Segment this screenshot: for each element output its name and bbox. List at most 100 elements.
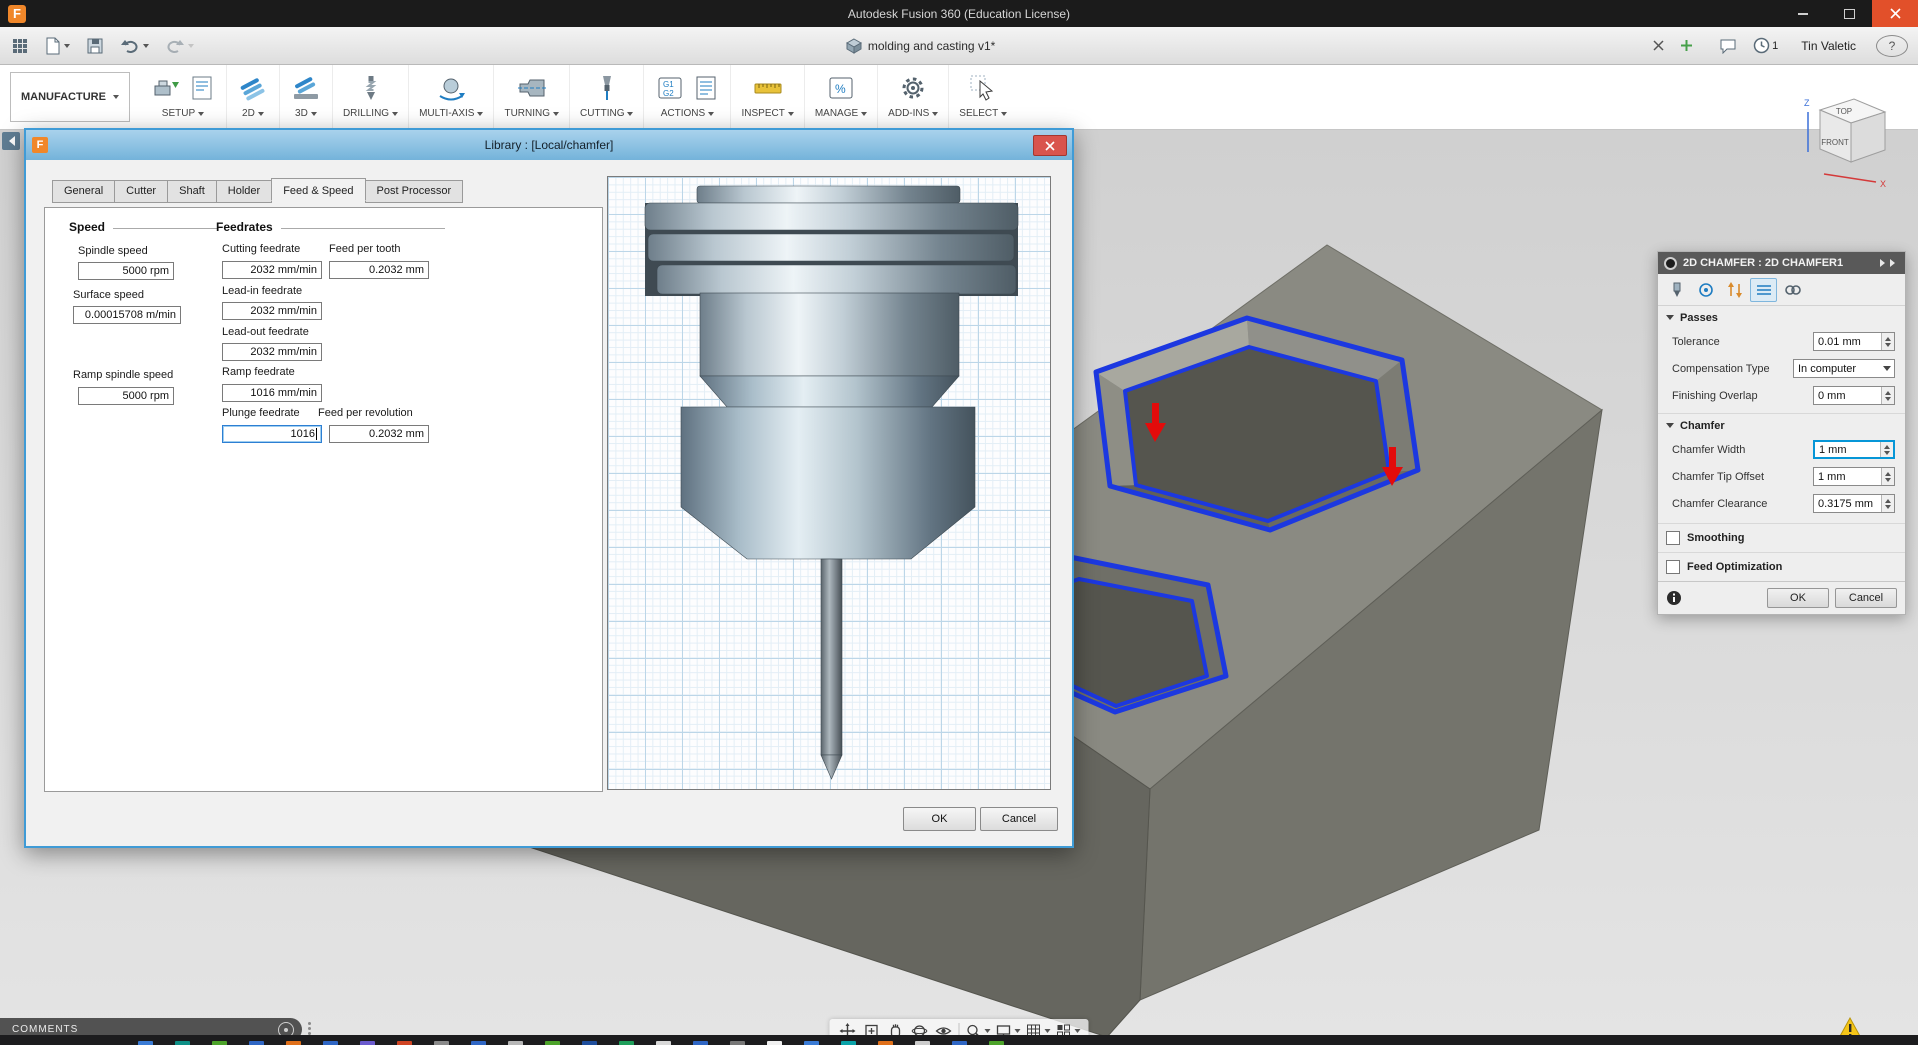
manage-button[interactable]: %	[825, 72, 857, 104]
finishing-overlap-input[interactable]: 0 mm	[1813, 386, 1895, 405]
surface-speed-input[interactable]: 0.00015708 m/min	[73, 306, 181, 324]
tolerance-input[interactable]: 0.01 mm	[1813, 332, 1895, 351]
ribbon-label-addins[interactable]: ADD-INS	[888, 108, 929, 119]
close-button[interactable]	[1872, 0, 1918, 27]
workspace-switcher[interactable]: MANUFACTURE	[10, 72, 130, 122]
3d-milling-button[interactable]	[290, 72, 322, 104]
taskbar-app-icon[interactable]	[249, 1041, 264, 1045]
close-document-button[interactable]	[1648, 33, 1669, 59]
ramp-spindle-speed-input[interactable]: 5000 rpm	[78, 387, 174, 405]
panel-header[interactable]: 2D CHAMFER : 2D CHAMFER1	[1658, 252, 1905, 274]
new-setup-button[interactable]	[150, 72, 182, 104]
taskbar-app-icon[interactable]	[841, 1041, 856, 1045]
taskbar-app-icon[interactable]	[545, 1041, 560, 1045]
section-passes[interactable]: Passes	[1658, 306, 1905, 328]
taskbar-app-icon[interactable]	[138, 1041, 153, 1045]
help-button[interactable]: ?	[1875, 34, 1908, 57]
tolerance-spinner[interactable]	[1881, 333, 1894, 350]
taskbar-app-icon[interactable]	[323, 1041, 338, 1045]
comments-button[interactable]	[1714, 33, 1742, 59]
taskbar-app-icon[interactable]	[952, 1041, 967, 1045]
dialog-ok-button[interactable]: OK	[903, 807, 976, 831]
ribbon-label-actions[interactable]: ACTIONS	[661, 108, 705, 119]
document-tab[interactable]: molding and casting v1*	[845, 37, 995, 54]
ribbon-label-drilling[interactable]: DRILLING	[343, 108, 389, 119]
tab-heights[interactable]	[1721, 278, 1748, 302]
feed-per-tooth-input[interactable]: 0.2032 mm	[329, 261, 429, 279]
spindle-speed-input[interactable]: 5000 rpm	[78, 262, 174, 280]
cutting-button[interactable]	[591, 72, 623, 104]
finishing-overlap-spinner[interactable]	[1881, 387, 1894, 404]
taskbar-app-icon[interactable]	[397, 1041, 412, 1045]
data-panel-collapse-arrow[interactable]	[2, 132, 20, 150]
taskbar-app-icon[interactable]	[360, 1041, 375, 1045]
taskbar-app-icon[interactable]	[693, 1041, 708, 1045]
chamfer-width-spinner[interactable]	[1880, 442, 1893, 457]
minimize-button[interactable]	[1780, 0, 1826, 27]
tab-feed-speed[interactable]: Feed & Speed	[271, 178, 366, 201]
ribbon-label-multiaxis[interactable]: MULTI-AXIS	[419, 108, 474, 119]
setup-gcode-button[interactable]	[188, 72, 216, 104]
taskbar-app-icon[interactable]	[878, 1041, 893, 1045]
ribbon-label-setup[interactable]: SETUP	[162, 108, 195, 119]
taskbar-app-icon[interactable]	[730, 1041, 745, 1045]
maximize-button[interactable]	[1826, 0, 1872, 27]
chamfer-clearance-spinner[interactable]	[1881, 495, 1894, 512]
tab-geometry[interactable]	[1692, 278, 1719, 302]
data-panel-button[interactable]	[6, 33, 34, 59]
tab-tool[interactable]	[1663, 278, 1690, 302]
ribbon-label-turning[interactable]: TURNING	[504, 108, 550, 119]
panel-ok-button[interactable]: OK	[1767, 588, 1829, 608]
ribbon-label-3d[interactable]: 3D	[295, 108, 308, 119]
chamfer-clearance-input[interactable]: 0.3175 mm	[1813, 494, 1895, 513]
taskbar-app-icon[interactable]	[989, 1041, 1004, 1045]
setup-sheet-button[interactable]	[692, 72, 720, 104]
chamfer-width-input[interactable]: 1 mm	[1813, 440, 1895, 459]
feed-per-revolution-input[interactable]: 0.2032 mm	[329, 425, 429, 443]
lead-in-feedrate-input[interactable]: 2032 mm/min	[222, 302, 322, 320]
dialog-cancel-button[interactable]: Cancel	[980, 807, 1058, 831]
tab-post-processor[interactable]: Post Processor	[364, 180, 464, 203]
ribbon-label-manage[interactable]: MANAGE	[815, 108, 858, 119]
chamfer-tip-offset-input[interactable]: 1 mm	[1813, 467, 1895, 486]
multiaxis-button[interactable]	[435, 72, 467, 104]
taskbar-app-icon[interactable]	[915, 1041, 930, 1045]
new-document-tab-button[interactable]	[1675, 33, 1698, 59]
cutting-feedrate-input[interactable]: 2032 mm/min	[222, 261, 322, 279]
tab-shaft[interactable]: Shaft	[167, 180, 217, 203]
ribbon-label-select[interactable]: SELECT	[959, 108, 998, 119]
compensation-type-select[interactable]: In computer	[1793, 359, 1895, 378]
2d-milling-button[interactable]	[237, 72, 269, 104]
section-chamfer[interactable]: Chamfer	[1658, 413, 1905, 436]
taskbar-app-icon[interactable]	[471, 1041, 486, 1045]
lead-out-feedrate-input[interactable]: 2032 mm/min	[222, 343, 322, 361]
turning-button[interactable]	[516, 72, 548, 104]
inspect-button[interactable]	[752, 72, 784, 104]
user-name[interactable]: Tin Valetic	[1801, 39, 1856, 53]
taskbar-app-icon[interactable]	[212, 1041, 227, 1045]
comments-grip[interactable]	[308, 1022, 311, 1035]
select-button[interactable]	[967, 72, 999, 104]
taskbar-app-icon[interactable]	[286, 1041, 301, 1045]
feed-optimization-checkbox[interactable]	[1666, 560, 1680, 574]
post-process-button[interactable]: G1 G2	[654, 72, 686, 104]
dialog-close-button[interactable]	[1033, 135, 1067, 156]
taskbar-app-icon[interactable]	[619, 1041, 634, 1045]
taskbar-app-icon[interactable]	[582, 1041, 597, 1045]
taskbar-app-icon[interactable]	[434, 1041, 449, 1045]
dialog-title-bar[interactable]: F Library : [Local/chamfer]	[26, 130, 1072, 160]
notifications-button[interactable]: 1	[1748, 33, 1783, 59]
info-icon[interactable]	[1666, 590, 1682, 606]
redo-button[interactable]	[160, 33, 199, 59]
save-button[interactable]	[81, 33, 109, 59]
smoothing-checkbox[interactable]	[1666, 531, 1680, 545]
chamfer-tip-offset-spinner[interactable]	[1881, 468, 1894, 485]
undo-button[interactable]	[115, 33, 154, 59]
taskbar-app-icon[interactable]	[767, 1041, 782, 1045]
taskbar-app-icon[interactable]	[508, 1041, 523, 1045]
taskbar-app-icon[interactable]	[175, 1041, 190, 1045]
ramp-feedrate-input[interactable]: 1016 mm/min	[222, 384, 322, 402]
tab-cutter[interactable]: Cutter	[114, 180, 169, 203]
view-cube[interactable]: TOP FRONT Z X	[1794, 90, 1894, 190]
taskbar-app-icon[interactable]	[804, 1041, 819, 1045]
